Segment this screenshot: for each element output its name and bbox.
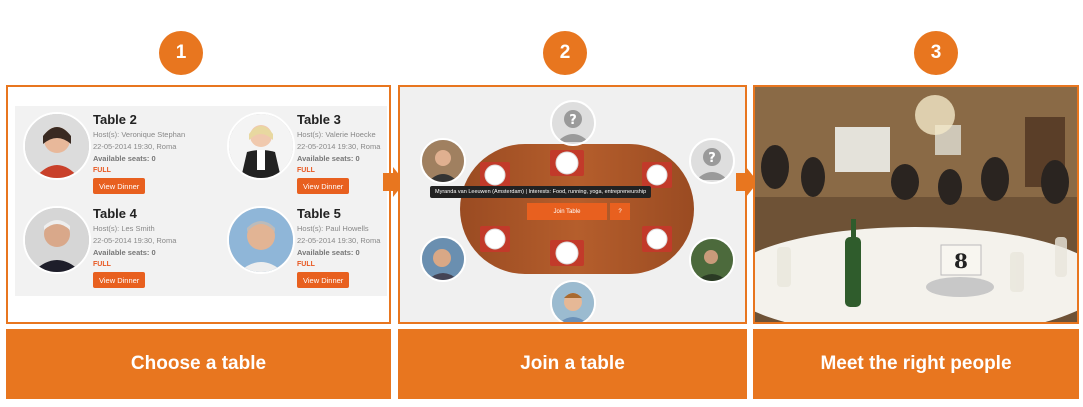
host-avatar xyxy=(23,112,91,180)
step-label-meet: Meet the right people xyxy=(753,329,1079,399)
status-badge: FULL xyxy=(297,261,315,268)
table-number: 8 xyxy=(954,249,968,273)
view-dinner-button[interactable]: View Dinner xyxy=(297,272,350,288)
table-name: Table 2 xyxy=(93,112,137,127)
available-seats: Available seats: 0 xyxy=(297,154,360,163)
view-dinner-button[interactable]: View Dinner xyxy=(93,178,146,194)
choose-table-panel: Table 2 Host(s): Veronique Stephan 22-05… xyxy=(6,85,391,324)
table-datetime: 22-05-2014 19:30, Roma xyxy=(93,142,177,151)
empty-seat-icon[interactable]: ? xyxy=(550,100,596,146)
help-button[interactable]: ? xyxy=(610,203,630,220)
available-seats: Available seats: 0 xyxy=(93,248,156,257)
available-seats: Available seats: 0 xyxy=(93,154,156,163)
table-datetime: 22-05-2014 19:30, Roma xyxy=(297,142,381,151)
empty-seat-icon[interactable]: ? xyxy=(689,138,735,184)
table-hosts: Host(s): Paul Howells xyxy=(297,224,369,233)
table-name: Table 4 xyxy=(93,206,137,221)
status-badge: FULL xyxy=(93,261,111,268)
table-name: Table 3 xyxy=(297,112,341,127)
host-avatar xyxy=(227,206,295,274)
step-label-join: Join a table xyxy=(398,329,747,399)
table-hosts: Host(s): Les Smith xyxy=(93,224,155,233)
guest-tooltip: Myranda van Leeuwen (Amsterdam) | Intere… xyxy=(430,186,652,198)
restaurant-photo: 8 xyxy=(755,87,1077,322)
table-card-2[interactable]: Table 2 Host(s): Veronique Stephan 22-05… xyxy=(23,112,203,202)
status-badge: FULL xyxy=(297,167,315,174)
guest-avatar[interactable] xyxy=(550,280,596,322)
svg-text:?: ? xyxy=(569,113,577,128)
host-avatar xyxy=(23,206,91,274)
join-table-button[interactable]: Join Table xyxy=(527,203,607,220)
guest-avatar[interactable] xyxy=(420,236,466,282)
status-badge: FULL xyxy=(93,167,111,174)
step-number-3: 3 xyxy=(914,31,958,75)
view-dinner-button[interactable]: View Dinner xyxy=(93,272,146,288)
table-card-4[interactable]: Table 4 Host(s): Les Smith 22-05-2014 19… xyxy=(23,206,203,296)
available-seats: Available seats: 0 xyxy=(297,248,360,257)
table-list: Table 2 Host(s): Veronique Stephan 22-05… xyxy=(15,106,387,296)
view-dinner-button[interactable]: View Dinner xyxy=(297,178,350,194)
table-name: Table 5 xyxy=(297,206,341,221)
step-number-1: 1 xyxy=(159,31,203,75)
meet-people-panel: 8 xyxy=(753,85,1079,324)
host-avatar xyxy=(227,112,295,180)
guest-avatar[interactable] xyxy=(420,138,466,184)
table-card-3[interactable]: Table 3 Host(s): Valerie Hoecke 22-05-20… xyxy=(227,112,389,202)
svg-text:?: ? xyxy=(708,151,716,166)
guest-avatar[interactable] xyxy=(689,237,735,283)
table-card-5[interactable]: Table 5 Host(s): Paul Howells 22-05-2014… xyxy=(227,206,389,296)
table-hosts: Host(s): Veronique Stephan xyxy=(93,130,186,139)
step-number-2: 2 xyxy=(543,31,587,75)
table-datetime: 22-05-2014 19:30, Roma xyxy=(297,236,381,245)
table-hosts: Host(s): Valerie Hoecke xyxy=(297,130,376,139)
step-label-choose: Choose a table xyxy=(6,329,391,399)
table-datetime: 22-05-2014 19:30, Roma xyxy=(93,236,177,245)
join-table-panel: Myranda van Leeuwen (Amsterdam) | Intere… xyxy=(398,85,747,324)
